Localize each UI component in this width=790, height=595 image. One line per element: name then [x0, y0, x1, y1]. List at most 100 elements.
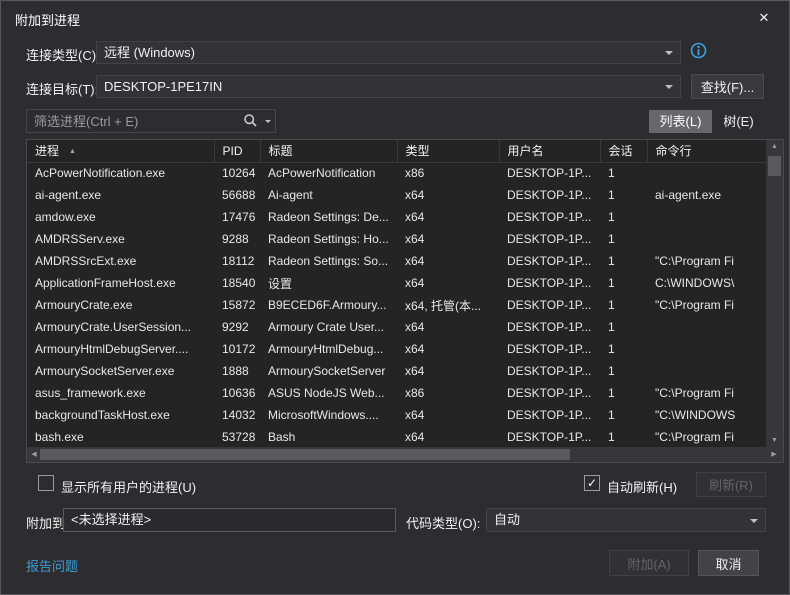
cell-user: DESKTOP-1P...: [499, 404, 600, 426]
attach-to-field[interactable]: <未选择进程>: [63, 508, 396, 532]
cell-process: AMDRSSrcExt.exe: [27, 250, 214, 272]
column-header-pid[interactable]: PID: [214, 140, 260, 162]
cell-type: x64: [397, 184, 499, 206]
cell-process: AcPowerNotification.exe: [27, 162, 214, 184]
cell-cmdline: [647, 338, 767, 360]
column-header-session[interactable]: 会话: [600, 140, 647, 162]
table-row[interactable]: backgroundTaskHost.exe14032MicrosoftWind…: [27, 404, 767, 426]
report-problem-link[interactable]: 报告问题: [26, 556, 78, 575]
cell-session: 1: [600, 426, 647, 448]
chevron-down-icon: [665, 51, 673, 55]
column-header-process[interactable]: 进程▲: [27, 140, 214, 162]
vertical-scrollbar[interactable]: ▲ ▼: [766, 140, 783, 448]
cell-cmdline: [647, 228, 767, 250]
cell-process: backgroundTaskHost.exe: [27, 404, 214, 426]
cell-title: ArmourySocketServer: [260, 360, 397, 382]
table-row[interactable]: amdow.exe17476Radeon Settings: De...x64D…: [27, 206, 767, 228]
scroll-up-icon[interactable]: ▲: [766, 140, 783, 154]
scroll-right-icon[interactable]: ▶: [767, 447, 781, 462]
column-header-title[interactable]: 标题: [260, 140, 397, 162]
cell-pid: 10636: [214, 382, 260, 404]
cell-cmdline: [647, 360, 767, 382]
cell-session: 1: [600, 162, 647, 184]
cell-user: DESKTOP-1P...: [499, 426, 600, 448]
cell-session: 1: [600, 338, 647, 360]
cell-user: DESKTOP-1P...: [499, 184, 600, 206]
table-row[interactable]: ArmourySocketServer.exe1888ArmourySocket…: [27, 360, 767, 382]
cell-user: DESKTOP-1P...: [499, 162, 600, 184]
refresh-button[interactable]: 刷新(R): [696, 472, 766, 497]
cell-pid: 18540: [214, 272, 260, 294]
vertical-scrollbar-thumb[interactable]: [768, 156, 781, 176]
code-type-label: 代码类型(O):: [406, 513, 480, 532]
column-header-type[interactable]: 类型: [397, 140, 499, 162]
cell-session: 1: [600, 184, 647, 206]
view-tree-button[interactable]: 树(E): [714, 110, 763, 133]
auto-refresh-checkbox[interactable]: [584, 475, 600, 491]
cell-cmdline: "C:\WINDOWS: [647, 404, 767, 426]
cell-session: 1: [600, 272, 647, 294]
cancel-button[interactable]: 取消: [698, 550, 759, 576]
cell-session: 1: [600, 250, 647, 272]
show-all-users-checkbox[interactable]: [38, 475, 54, 491]
table-row[interactable]: bash.exe53728Bashx64DESKTOP-1P...1"C:\Pr…: [27, 426, 767, 448]
cell-type: x64: [397, 360, 499, 382]
cell-cmdline: "C:\Program Fi: [647, 250, 767, 272]
table-row[interactable]: AMDRSSrcExt.exe18112Radeon Settings: So.…: [27, 250, 767, 272]
table-row[interactable]: ArmouryCrate.exe15872B9ECED6F.Armoury...…: [27, 294, 767, 316]
cell-user: DESKTOP-1P...: [499, 228, 600, 250]
connection-target-value: DESKTOP-1PE17IN: [104, 79, 222, 94]
connection-target-label: 连接目标(T):: [26, 79, 98, 98]
cell-pid: 15872: [214, 294, 260, 316]
cell-type: x64, 托管(本...: [397, 294, 499, 316]
column-header-user[interactable]: 用户名: [499, 140, 600, 162]
auto-refresh-label: 自动刷新(H): [607, 477, 677, 496]
connection-type-label: 连接类型(C):: [26, 45, 100, 64]
table-row[interactable]: ArmouryHtmlDebugServer....10172ArmouryHt…: [27, 338, 767, 360]
scroll-down-icon[interactable]: ▼: [766, 434, 783, 448]
cell-cmdline: C:\WINDOWS\: [647, 272, 767, 294]
code-type-combobox[interactable]: 自动: [486, 508, 766, 532]
cell-process: ApplicationFrameHost.exe: [27, 272, 214, 294]
attach-button[interactable]: 附加(A): [609, 550, 689, 576]
cell-user: DESKTOP-1P...: [499, 316, 600, 338]
cell-pid: 10172: [214, 338, 260, 360]
info-icon[interactable]: [690, 42, 707, 59]
table-row[interactable]: AcPowerNotification.exe10264AcPowerNotif…: [27, 162, 767, 184]
sort-ascending-icon: ▲: [69, 148, 76, 155]
connection-type-combobox[interactable]: 远程 (Windows): [96, 41, 681, 64]
table-row[interactable]: ApplicationFrameHost.exe18540设置x64DESKTO…: [27, 272, 767, 294]
cell-process: ArmouryCrate.UserSession...: [27, 316, 214, 338]
view-list-button[interactable]: 列表(L): [649, 110, 712, 133]
cell-title: B9ECED6F.Armoury...: [260, 294, 397, 316]
table-row[interactable]: ArmouryCrate.UserSession...9292Armoury C…: [27, 316, 767, 338]
cell-cmdline: [647, 162, 767, 184]
cell-pid: 1888: [214, 360, 260, 382]
table-row[interactable]: ai-agent.exe56688Ai-agentx64DESKTOP-1P..…: [27, 184, 767, 206]
filter-process-input[interactable]: [27, 110, 237, 132]
column-header-cmdline[interactable]: 命令行: [647, 140, 767, 162]
cell-process: ArmouryHtmlDebugServer....: [27, 338, 214, 360]
cell-type: x86: [397, 162, 499, 184]
search-icon[interactable]: [243, 113, 271, 129]
cell-pid: 17476: [214, 206, 260, 228]
close-icon[interactable]: ✕: [753, 8, 775, 28]
horizontal-scrollbar[interactable]: ◀ ▶: [27, 447, 783, 462]
cell-title: Ai-agent: [260, 184, 397, 206]
cell-cmdline: "C:\Program Fi: [647, 294, 767, 316]
table-row[interactable]: asus_framework.exe10636ASUS NodeJS Web..…: [27, 382, 767, 404]
cell-cmdline: ai-agent.exe: [647, 184, 767, 206]
cell-session: 1: [600, 382, 647, 404]
cell-session: 1: [600, 294, 647, 316]
cell-type: x64: [397, 228, 499, 250]
find-button[interactable]: 查找(F)...: [691, 74, 764, 99]
connection-target-combobox[interactable]: DESKTOP-1PE17IN: [96, 75, 681, 98]
cell-process: bash.exe: [27, 426, 214, 448]
table-row[interactable]: AMDRSServ.exe9288Radeon Settings: Ho...x…: [27, 228, 767, 250]
cell-pid: 9288: [214, 228, 260, 250]
cell-cmdline: "C:\Program Fi: [647, 382, 767, 404]
cell-user: DESKTOP-1P...: [499, 360, 600, 382]
show-all-users-label: 显示所有用户的进程(U): [61, 477, 196, 496]
horizontal-scrollbar-thumb[interactable]: [40, 449, 570, 460]
scroll-left-icon[interactable]: ◀: [27, 447, 41, 462]
